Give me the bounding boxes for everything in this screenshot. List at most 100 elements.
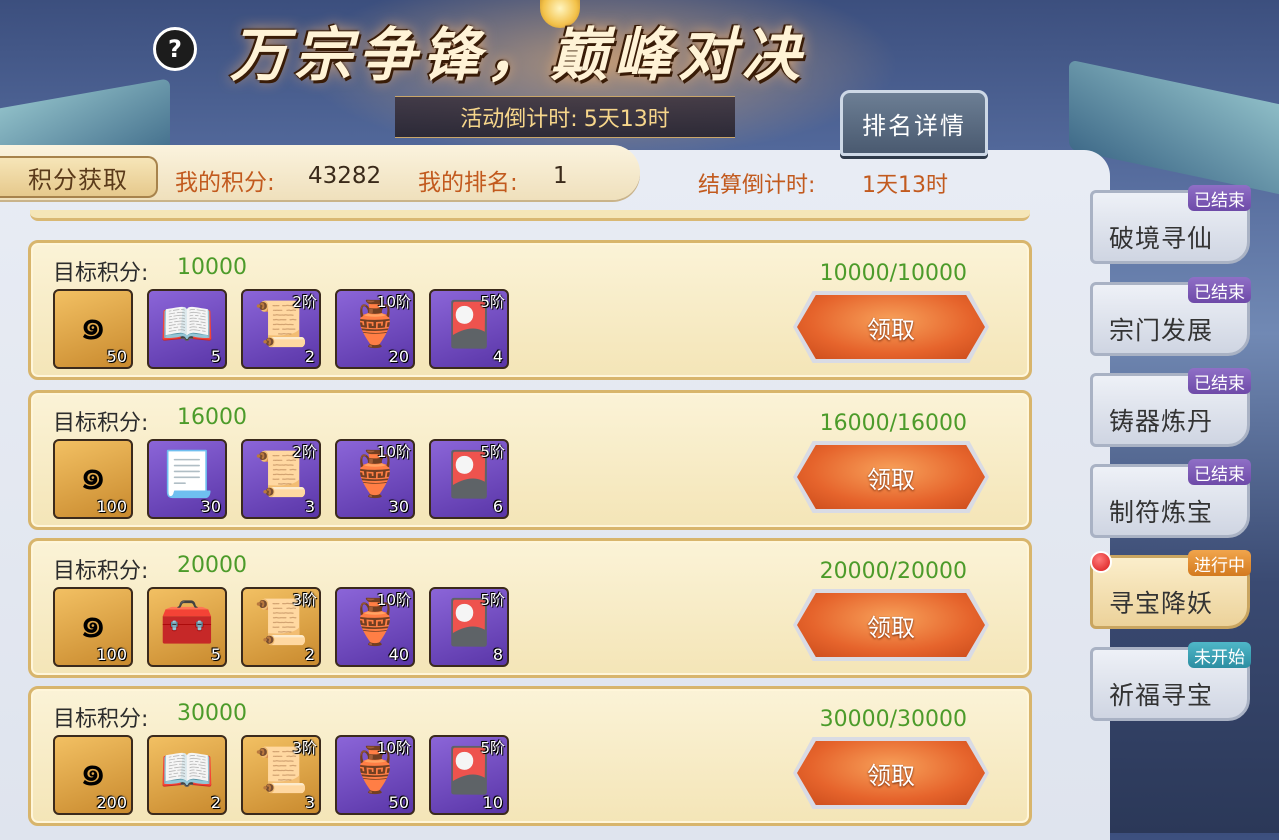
reward-item[interactable]: 🏺 10阶 30 bbox=[335, 439, 415, 519]
my-rank-label: 我的排名: bbox=[418, 170, 518, 196]
my-points-value: 43282 bbox=[308, 163, 382, 189]
reward-item[interactable]: 🎴 5阶 4 bbox=[429, 289, 509, 369]
progress-text: 20000/20000 bbox=[819, 559, 967, 584]
event-tab-status-badge: 已结束 bbox=[1188, 277, 1251, 303]
reward-item[interactable]: 📖 5 bbox=[147, 289, 227, 369]
reward-item[interactable]: 📜 3阶 3 bbox=[241, 735, 321, 815]
target-points-label: 目标积分: bbox=[53, 411, 149, 436]
reward-item[interactable]: 🎴 5阶 6 bbox=[429, 439, 509, 519]
event-tab-label: 宗门发展 bbox=[1109, 316, 1214, 345]
reward-item[interactable]: 🏺 10阶 40 bbox=[335, 587, 415, 667]
reward-item[interactable]: 🏺 10阶 20 bbox=[335, 289, 415, 369]
item-quantity: 2 bbox=[210, 793, 221, 812]
event-tab[interactable]: 祈福寻宝 未开始 bbox=[1090, 642, 1251, 721]
reward-row: 目标积分: 30000 30000/30000 领取 ๑ 200 📖 2 📜 3… bbox=[28, 686, 1032, 826]
event-tab[interactable]: 寻宝降妖 进行中 bbox=[1090, 550, 1251, 629]
event-tab-status-badge: 已结束 bbox=[1188, 185, 1251, 211]
reward-items: ๑ 100 🧰 5 📜 3阶 2 🏺 10阶 40 🎴 5阶 8 bbox=[53, 587, 509, 667]
item-quantity: 20 bbox=[388, 347, 409, 366]
target-points-value: 30000 bbox=[177, 701, 247, 726]
notification-dot bbox=[1090, 551, 1112, 573]
event-tab[interactable]: 制符炼宝 已结束 bbox=[1090, 459, 1251, 538]
item-quantity: 5 bbox=[210, 645, 221, 664]
event-countdown-value: 5天13时 bbox=[583, 107, 670, 132]
item-quantity: 100 bbox=[96, 645, 127, 664]
event-tab-label: 铸器炼丹 bbox=[1109, 407, 1214, 436]
event-tab-status-badge: 已结束 bbox=[1188, 368, 1251, 394]
target-points-value: 10000 bbox=[177, 255, 247, 280]
item-quantity: 2 bbox=[304, 347, 315, 366]
item-quantity: 10 bbox=[482, 793, 503, 812]
item-quantity: 5 bbox=[210, 347, 221, 366]
target-points-value: 20000 bbox=[177, 553, 247, 578]
event-tab-label: 破境寻仙 bbox=[1109, 224, 1214, 253]
reward-item[interactable]: ๑ 50 bbox=[53, 289, 133, 369]
treasure-chest-icon: 🧰 bbox=[159, 597, 215, 648]
target-points-label: 目标积分: bbox=[53, 707, 149, 732]
event-tab[interactable]: 破境寻仙 已结束 bbox=[1090, 185, 1251, 264]
claim-button[interactable]: 领取 bbox=[797, 445, 985, 509]
event-tab-status-badge: 已结束 bbox=[1188, 459, 1251, 485]
event-tab-label: 祈福寻宝 bbox=[1109, 681, 1214, 710]
settlement-countdown-value: 1天13时 bbox=[862, 173, 948, 198]
reward-items: ๑ 50 📖 5 📜 2阶 2 🏺 10阶 20 🎴 5阶 4 bbox=[53, 289, 509, 369]
item-quantity: 30 bbox=[200, 497, 221, 516]
item-quantity: 3 bbox=[304, 793, 315, 812]
item-quantity: 30 bbox=[388, 497, 409, 516]
item-tier: 2阶 bbox=[292, 293, 317, 311]
reward-items: ๑ 100 📃 30 📜 2阶 3 🏺 10阶 30 🎴 5阶 6 bbox=[53, 439, 509, 519]
reward-item[interactable]: ๑ 100 bbox=[53, 439, 133, 519]
get-points-button[interactable]: 积分获取 bbox=[0, 156, 158, 198]
reward-item[interactable]: ๑ 200 bbox=[53, 735, 133, 815]
item-tier: 5阶 bbox=[480, 443, 505, 461]
event-tab-label: 寻宝降妖 bbox=[1109, 589, 1214, 618]
reward-items: ๑ 200 📖 2 📜 3阶 3 🏺 10阶 50 🎴 5阶 10 bbox=[53, 735, 509, 815]
item-quantity: 2 bbox=[304, 645, 315, 664]
item-quantity: 50 bbox=[106, 347, 127, 366]
help-button[interactable]: ? bbox=[153, 27, 197, 71]
event-countdown: 活动倒计时: 5天13时 bbox=[395, 96, 735, 138]
target-points-value: 16000 bbox=[177, 405, 247, 430]
progress-text: 16000/16000 bbox=[819, 411, 967, 436]
item-quantity: 200 bbox=[96, 793, 127, 812]
book-icon: 📖 bbox=[159, 745, 215, 796]
rank-detail-button[interactable]: 排名详情 bbox=[840, 90, 988, 156]
item-tier: 3阶 bbox=[292, 739, 317, 757]
reward-item[interactable]: 🎴 5阶 10 bbox=[429, 735, 509, 815]
item-tier: 3阶 bbox=[292, 591, 317, 609]
event-tab-status-badge: 进行中 bbox=[1188, 550, 1251, 576]
item-quantity: 3 bbox=[304, 497, 315, 516]
item-quantity: 6 bbox=[492, 497, 503, 516]
reward-item[interactable]: 📖 2 bbox=[147, 735, 227, 815]
event-tab[interactable]: 铸器炼丹 已结束 bbox=[1090, 368, 1251, 447]
progress-text: 10000/10000 bbox=[819, 261, 967, 286]
target-points-label: 目标积分: bbox=[53, 559, 149, 584]
claim-button[interactable]: 领取 bbox=[797, 741, 985, 805]
settlement-countdown-label: 结算倒计时: bbox=[698, 173, 816, 198]
reward-item[interactable]: 🏺 10阶 50 bbox=[335, 735, 415, 815]
item-tier: 10阶 bbox=[376, 443, 411, 461]
jade-icon: ๑ bbox=[79, 745, 107, 796]
reward-row: 目标积分: 20000 20000/20000 领取 ๑ 100 🧰 5 📜 3… bbox=[28, 538, 1032, 678]
my-rank-value: 1 bbox=[553, 163, 568, 189]
item-tier: 5阶 bbox=[480, 591, 505, 609]
claim-button[interactable]: 领取 bbox=[797, 295, 985, 359]
reward-item[interactable]: 🎴 5阶 8 bbox=[429, 587, 509, 667]
reward-item[interactable]: 📜 3阶 2 bbox=[241, 587, 321, 667]
event-tab[interactable]: 宗门发展 已结束 bbox=[1090, 277, 1251, 356]
item-quantity: 50 bbox=[388, 793, 409, 812]
jade-icon: ๑ bbox=[79, 299, 107, 350]
reward-list[interactable]: 目标积分: 10000 10000/10000 领取 ๑ 50 📖 5 📜 2阶… bbox=[22, 210, 1037, 833]
jade-icon: ๑ bbox=[79, 449, 107, 500]
target-points-label: 目标积分: bbox=[53, 261, 149, 286]
reward-item[interactable]: ๑ 100 bbox=[53, 587, 133, 667]
reward-item[interactable]: 📃 30 bbox=[147, 439, 227, 519]
event-tab-label: 制符炼宝 bbox=[1109, 498, 1214, 527]
reward-item[interactable]: 📜 2阶 2 bbox=[241, 289, 321, 369]
item-tier: 5阶 bbox=[480, 739, 505, 757]
item-tier: 10阶 bbox=[376, 293, 411, 311]
reward-item[interactable]: 📜 2阶 3 bbox=[241, 439, 321, 519]
item-quantity: 8 bbox=[492, 645, 503, 664]
claim-button[interactable]: 领取 bbox=[797, 593, 985, 657]
reward-item[interactable]: 🧰 5 bbox=[147, 587, 227, 667]
